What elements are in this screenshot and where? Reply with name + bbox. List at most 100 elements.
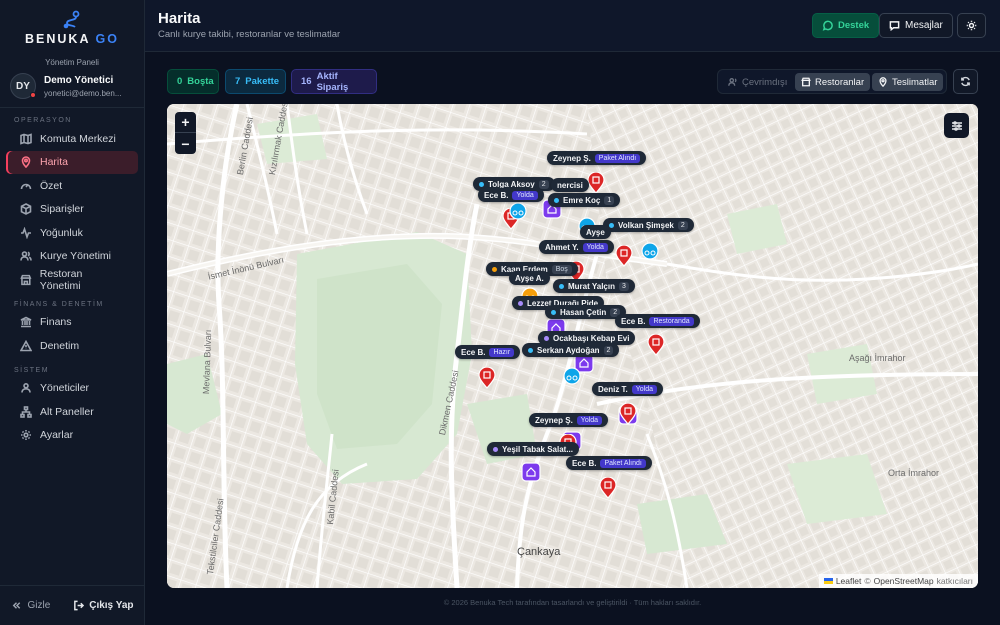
delivery-tag[interactable]: Deniz T. Yolda — [592, 382, 664, 396]
brand-name: BENUKA GO — [25, 32, 119, 46]
restaurant-tag[interactable]: Yeşil Tabak Salat... — [487, 442, 579, 456]
store-icon — [801, 77, 811, 87]
filter-label: Restoranlar — [815, 76, 865, 88]
delivery-pin[interactable] — [647, 334, 665, 356]
sidebar-footer: Gizle Çıkış Yap — [0, 585, 145, 625]
courier-tag[interactable]: Serkan Aydoğan 2 — [522, 343, 620, 357]
user-card[interactable]: DY Demo Yönetici yonetici@demo.ben... — [0, 67, 144, 108]
live-map[interactable]: İsmet İnönü Bulvarı Mevlana Bulvarı Dikm… — [167, 104, 978, 588]
courier-tag[interactable]: Murat Yalçın 3 — [553, 279, 635, 293]
delivery-tag[interactable]: Ece B. Hazır — [455, 345, 521, 359]
map-icon — [20, 133, 32, 145]
package-couriers-stat[interactable]: 7 Pakette — [225, 69, 286, 94]
filter-restaurants-toggle[interactable]: Restoranlar — [795, 73, 871, 91]
courier-tag[interactable]: Volkan Şimşek 2 — [603, 218, 694, 232]
sidebar-item-label: Siparişler — [40, 203, 84, 216]
courier-tag[interactable]: Emre Koç 1 — [548, 193, 621, 207]
section-title-sistem: SİSTEM — [14, 366, 50, 374]
filter-deliveries-toggle[interactable]: Teslimatlar — [872, 73, 944, 91]
sidebar-item-komuta-merkezi[interactable]: Komuta Merkezi — [6, 127, 138, 151]
sidebar-item-alt-paneller[interactable]: Alt Paneller — [6, 400, 138, 424]
delivery-tag[interactable]: Ayşe — [580, 225, 611, 239]
collapse-sidebar-button[interactable]: Gizle — [11, 600, 50, 611]
delivery-tag[interactable]: Ayşe A. — [509, 271, 550, 285]
logout-button[interactable]: Çıkış Yap — [73, 600, 134, 611]
courier-pin[interactable] — [641, 242, 659, 260]
leaflet-link[interactable]: Leaflet — [836, 576, 862, 586]
delivery-pin[interactable] — [619, 403, 637, 425]
sidebar-item-label: Harita — [40, 156, 69, 169]
alert-triangle-icon — [20, 339, 32, 352]
gear-icon — [21, 430, 31, 441]
panel-label: Yönetim Paneli — [45, 58, 99, 67]
courier-pin[interactable] — [563, 367, 581, 385]
refresh-button[interactable] — [953, 69, 978, 94]
refresh-icon — [961, 76, 970, 87]
page-subtitle: Canlı kurye takibi, restoranlar ve tesli… — [158, 29, 341, 40]
box-icon — [20, 203, 32, 216]
filter-offline-toggle[interactable]: Çevrimdışı — [722, 73, 793, 91]
sidebar-item-label: Finans — [40, 316, 72, 329]
messages-button[interactable]: Mesajlar — [879, 13, 953, 38]
sidebar-item-finans[interactable]: Finans — [6, 311, 138, 335]
sidebar-item-label: Kurye Yönetimi — [40, 250, 112, 263]
delivery-pin[interactable] — [478, 367, 496, 389]
top-header: Harita Canlı kurye takibi, restoranlar v… — [145, 0, 1000, 52]
bank-icon — [20, 316, 32, 328]
users-icon — [20, 251, 32, 261]
sidebar-item-harita[interactable]: Harita — [6, 150, 138, 174]
restaurant-pin[interactable] — [521, 462, 541, 482]
chevrons-left-icon — [13, 602, 21, 609]
delivery-tag[interactable]: Ece B. Yolda — [478, 188, 544, 202]
zoom-in-button[interactable]: + — [175, 112, 196, 133]
zoom-out-button[interactable]: − — [175, 133, 196, 154]
sidebar-item-label: Ayarlar — [40, 429, 74, 442]
idle-couriers-stat[interactable]: 0 Boşta — [167, 69, 219, 94]
sidebar-item-denetim[interactable]: Denetim — [6, 334, 138, 358]
sidebar-item-label: Restoran Yönetimi — [39, 267, 83, 292]
delivery-tag[interactable]: Zeynep Ş. Paket Alındı — [547, 151, 647, 165]
sidebar-item-siparisler[interactable]: Siparişler — [6, 198, 138, 222]
sidebar-item-ozet[interactable]: Özet — [6, 174, 138, 198]
map-settings-button[interactable] — [944, 113, 969, 138]
map-layer-filters: Çevrimdışı Restoranlar Teslimatlar — [717, 69, 947, 94]
user-email: yonetici@demo.ben... — [44, 88, 122, 98]
sliders-icon — [951, 120, 962, 131]
status-dot — [30, 92, 36, 98]
sidebar-item-yoneticiler[interactable]: Yöneticiler — [6, 377, 138, 401]
user-group-icon — [21, 383, 31, 393]
restaurant-tag[interactable]: nercisi — [551, 178, 589, 192]
sidebar-item-ayarlar[interactable]: Ayarlar — [6, 424, 138, 448]
delivery-tag[interactable]: Ece B. Paket Alındı — [566, 456, 652, 470]
gauge-icon — [20, 183, 32, 189]
delivery-tag[interactable]: Ece B. Restoranda — [615, 314, 700, 328]
delivery-pin[interactable] — [599, 477, 617, 499]
page-title: Harita — [158, 10, 201, 27]
delivery-tag[interactable]: Zeynep Ş. Yolda — [529, 413, 609, 427]
route-logo-icon — [63, 10, 80, 29]
sidebar-item-restoran-yonetimi[interactable]: Restoran Yönetimi — [6, 268, 138, 292]
map-pin-icon — [879, 77, 887, 87]
logout-icon — [74, 600, 85, 611]
map-label-orta: Orta İmrahor — [888, 468, 940, 478]
delivery-tag[interactable]: Ahmet Y. Yolda — [539, 240, 614, 254]
active-orders-stat[interactable]: 16 Aktif Sipariş — [291, 69, 377, 94]
sidebar-item-kurye-yonetimi[interactable]: Kurye Yönetimi — [6, 245, 138, 269]
delivery-pin[interactable] — [615, 245, 633, 267]
sun-icon — [966, 20, 977, 31]
logout-label: Çıkış Yap — [89, 600, 134, 611]
courier-tag[interactable]: Hasan Çetin 2 — [545, 305, 627, 319]
store-icon — [20, 274, 32, 285]
osm-link[interactable]: OpenStreetMap — [874, 576, 934, 586]
courier-pin[interactable] — [509, 202, 527, 220]
map-label-cankaya: Çankaya — [517, 546, 561, 558]
delivery-pin[interactable] — [587, 172, 605, 194]
sidebar-item-label: Komuta Merkezi — [40, 132, 116, 145]
user-name: Demo Yönetici — [44, 74, 114, 86]
support-button[interactable]: Destek — [812, 13, 880, 38]
users-icon — [728, 78, 737, 86]
avatar: DY — [10, 73, 36, 99]
theme-toggle-button[interactable] — [957, 13, 986, 38]
sidebar-item-yogunluk[interactable]: Yoğunluk — [6, 221, 138, 245]
sidebar-item-label: Özet — [40, 179, 63, 192]
